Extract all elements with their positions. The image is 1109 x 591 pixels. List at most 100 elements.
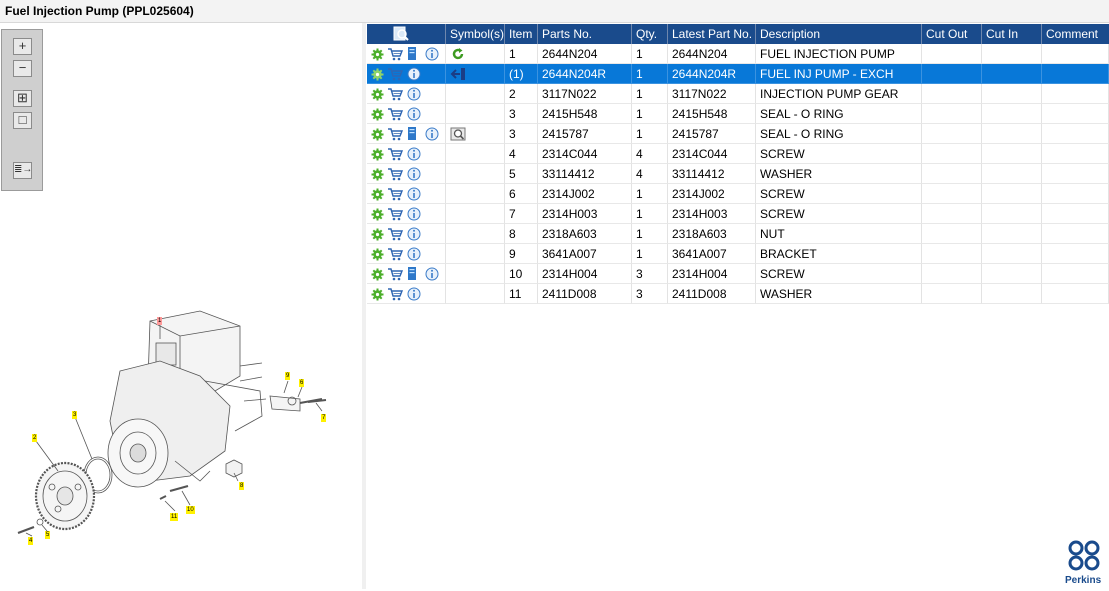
refresh-arrow-icon[interactable] [450,46,465,61]
header-latest-part-no[interactable]: Latest Part No. [668,24,756,44]
cell-cut-out [922,144,982,164]
info-icon[interactable] [425,47,440,62]
callout-6[interactable]: 6 [299,379,305,387]
list-toggle-button[interactable]: ≣→ [13,162,32,179]
header-description[interactable]: Description [756,24,922,44]
cell-cut-out [922,84,982,104]
info-icon[interactable] [407,247,422,262]
info-icon[interactable] [407,227,422,242]
fit-all-button[interactable]: ⊞ [13,90,32,107]
table-row[interactable]: 7 2314H003 1 2314H003 SCREW [367,204,1109,224]
cell-item: (1) [505,64,538,84]
header-parts-no[interactable]: Parts No. [538,24,632,44]
cart-icon[interactable] [387,227,404,242]
table-row[interactable]: 3 2415787 1 2415787 SEAL - O RING [367,124,1109,144]
cart-icon[interactable] [387,247,404,262]
gear-icon[interactable] [371,207,386,222]
info-icon[interactable] [407,67,422,82]
gear-icon[interactable] [371,107,386,122]
gear-icon[interactable] [371,187,386,202]
table-row[interactable]: 9 3641A007 1 3641A007 BRACKET [367,244,1109,264]
info-icon[interactable] [407,167,422,182]
gear-icon[interactable] [371,87,386,102]
cart-icon[interactable] [387,287,404,302]
cart-icon[interactable] [387,107,404,122]
perkins-logo-text: Perkins [1065,575,1102,586]
document-icon[interactable] [407,46,422,61]
table-row[interactable]: 5 33114412 4 33114412 WASHER [367,164,1109,184]
info-icon[interactable] [407,287,422,302]
header-qty[interactable]: Qty. [632,24,668,44]
header-item[interactable]: Item [505,24,538,44]
gear-icon[interactable] [371,47,386,62]
zoom-in-button[interactable]: + [13,38,32,55]
cell-symbols [446,224,505,244]
zoom-out-button[interactable]: − [13,60,32,77]
info-icon[interactable] [407,87,422,102]
callout-4[interactable]: 4 [28,537,34,545]
cell-parts-no: 33114412 [538,164,632,184]
exploded-diagram[interactable]: 1 2 3 4 5 6 7 8 9 10 11 [0,281,362,551]
pane-splitter[interactable] [362,23,366,589]
cart-icon[interactable] [387,207,404,222]
info-icon[interactable] [425,267,440,282]
cell-description: FUEL INJECTION PUMP [756,44,922,64]
cell-actions [367,224,446,244]
header-cut-out[interactable]: Cut Out [922,24,982,44]
callout-3[interactable]: 3 [72,411,78,419]
cart-icon[interactable] [387,87,404,102]
callout-2[interactable]: 2 [32,434,38,442]
document-icon[interactable] [407,126,422,141]
exchange-arrow-icon[interactable] [450,66,470,81]
table-row[interactable]: 4 2314C044 4 2314C044 SCREW [367,144,1109,164]
cart-icon[interactable] [387,67,404,82]
document-icon[interactable] [407,266,422,281]
cart-icon[interactable] [387,187,404,202]
cell-item: 3 [505,104,538,124]
callout-9[interactable]: 9 [285,372,291,380]
info-icon[interactable] [407,187,422,202]
cart-icon[interactable] [387,127,404,142]
info-icon[interactable] [407,207,422,222]
cart-icon[interactable] [387,267,404,282]
callout-7[interactable]: 7 [321,414,327,422]
gear-icon[interactable] [371,67,386,82]
table-row[interactable]: 1 2644N204 1 2644N204 FUEL INJECTION PUMP [367,44,1109,64]
header-comment[interactable]: Comment [1042,24,1109,44]
fit-window-button[interactable]: □ [13,112,32,129]
info-icon[interactable] [425,127,440,142]
header-cut-in[interactable]: Cut In [982,24,1042,44]
callout-5[interactable]: 5 [45,531,51,539]
cell-comment [1042,44,1109,64]
cell-cut-in [982,244,1042,264]
cart-icon[interactable] [387,147,404,162]
cart-icon[interactable] [387,167,404,182]
table-row[interactable]: 10 2314H004 3 2314H004 SCREW [367,264,1109,284]
cell-actions [367,204,446,224]
callout-11[interactable]: 11 [170,513,179,521]
cell-actions [367,124,446,144]
callout-1[interactable]: 1 [157,317,163,325]
gear-icon[interactable] [371,167,386,182]
table-row[interactable]: 3 2415H548 1 2415H548 SEAL - O RING [367,104,1109,124]
table-row[interactable]: 6 2314J002 1 2314J002 SCREW [367,184,1109,204]
header-icon-column[interactable] [367,24,446,44]
gear-icon[interactable] [371,227,386,242]
callout-8[interactable]: 8 [239,482,245,490]
table-row[interactable]: 2 3117N022 1 3117N022 INJECTION PUMP GEAR [367,84,1109,104]
cell-qty: 1 [632,104,668,124]
table-row[interactable]: (1) 2644N204R 1 2644N204R FUEL INJ PUMP - EX… [367,64,1109,84]
gear-icon[interactable] [371,127,386,142]
info-icon[interactable] [407,147,422,162]
cart-icon[interactable] [387,47,404,62]
gear-icon[interactable] [371,287,386,302]
table-row[interactable]: 11 2411D008 3 2411D008 WASHER [367,284,1109,304]
gear-icon[interactable] [371,147,386,162]
gear-icon[interactable] [371,247,386,262]
gear-icon[interactable] [371,267,386,282]
callout-10[interactable]: 10 [186,506,195,514]
header-symbols[interactable]: Symbol(s) [446,24,505,44]
table-row[interactable]: 8 2318A603 1 2318A603 NUT [367,224,1109,244]
info-icon[interactable] [407,107,422,122]
magnifier-icon[interactable] [450,126,468,141]
